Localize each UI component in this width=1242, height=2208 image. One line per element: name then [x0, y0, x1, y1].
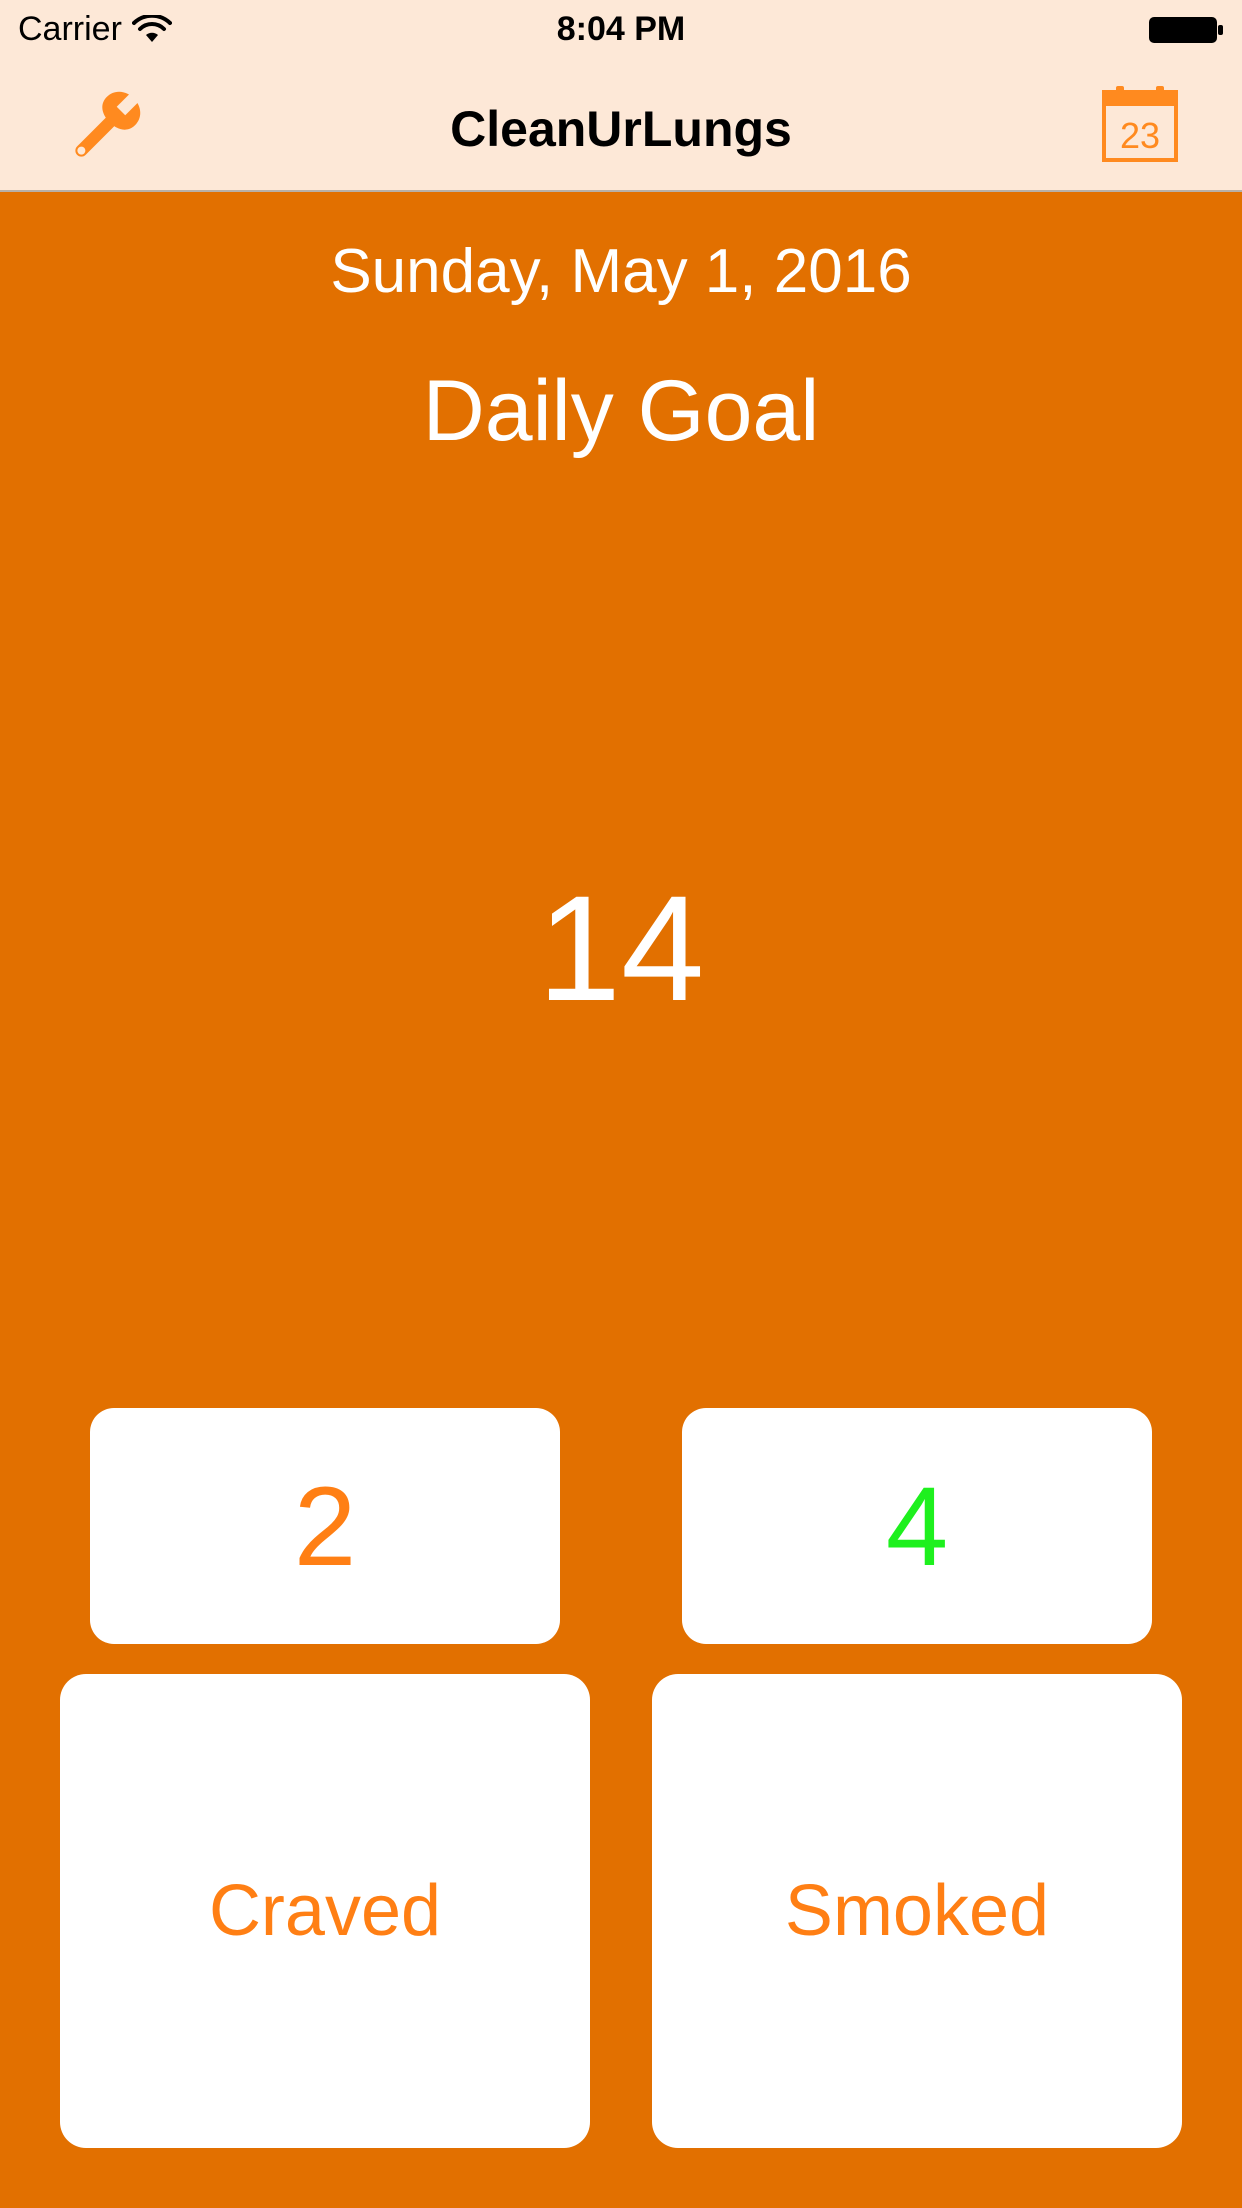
status-bar: Carrier 8:04 PM [0, 0, 1242, 62]
calendar-button[interactable]: 23 [1102, 84, 1178, 162]
craved-count-box: 2 [90, 1408, 560, 1644]
battery-icon [1149, 17, 1223, 43]
daily-goal-value: 14 [537, 864, 705, 1032]
daily-goal-heading: Daily Goal [422, 363, 820, 459]
craved-button[interactable]: Craved [60, 1674, 590, 2148]
calendar-icon: 23 [1102, 86, 1178, 162]
smoked-count: 4 [885, 1463, 949, 1589]
app-title: CleanUrLungs [450, 101, 792, 157]
current-date: Sunday, May 1, 2016 [330, 237, 912, 306]
app-screen: Carrier 8:04 PM CleanUrLungs 23 Sunday, … [0, 0, 1242, 2208]
craved-count: 2 [293, 1463, 357, 1589]
calendar-day-number: 23 [1120, 115, 1160, 156]
smoked-button[interactable]: Smoked [652, 1674, 1182, 2148]
status-time: 8:04 PM [556, 10, 686, 48]
navigation-bar: CleanUrLungs 23 [0, 62, 1242, 192]
smoked-count-box: 4 [682, 1408, 1152, 1644]
